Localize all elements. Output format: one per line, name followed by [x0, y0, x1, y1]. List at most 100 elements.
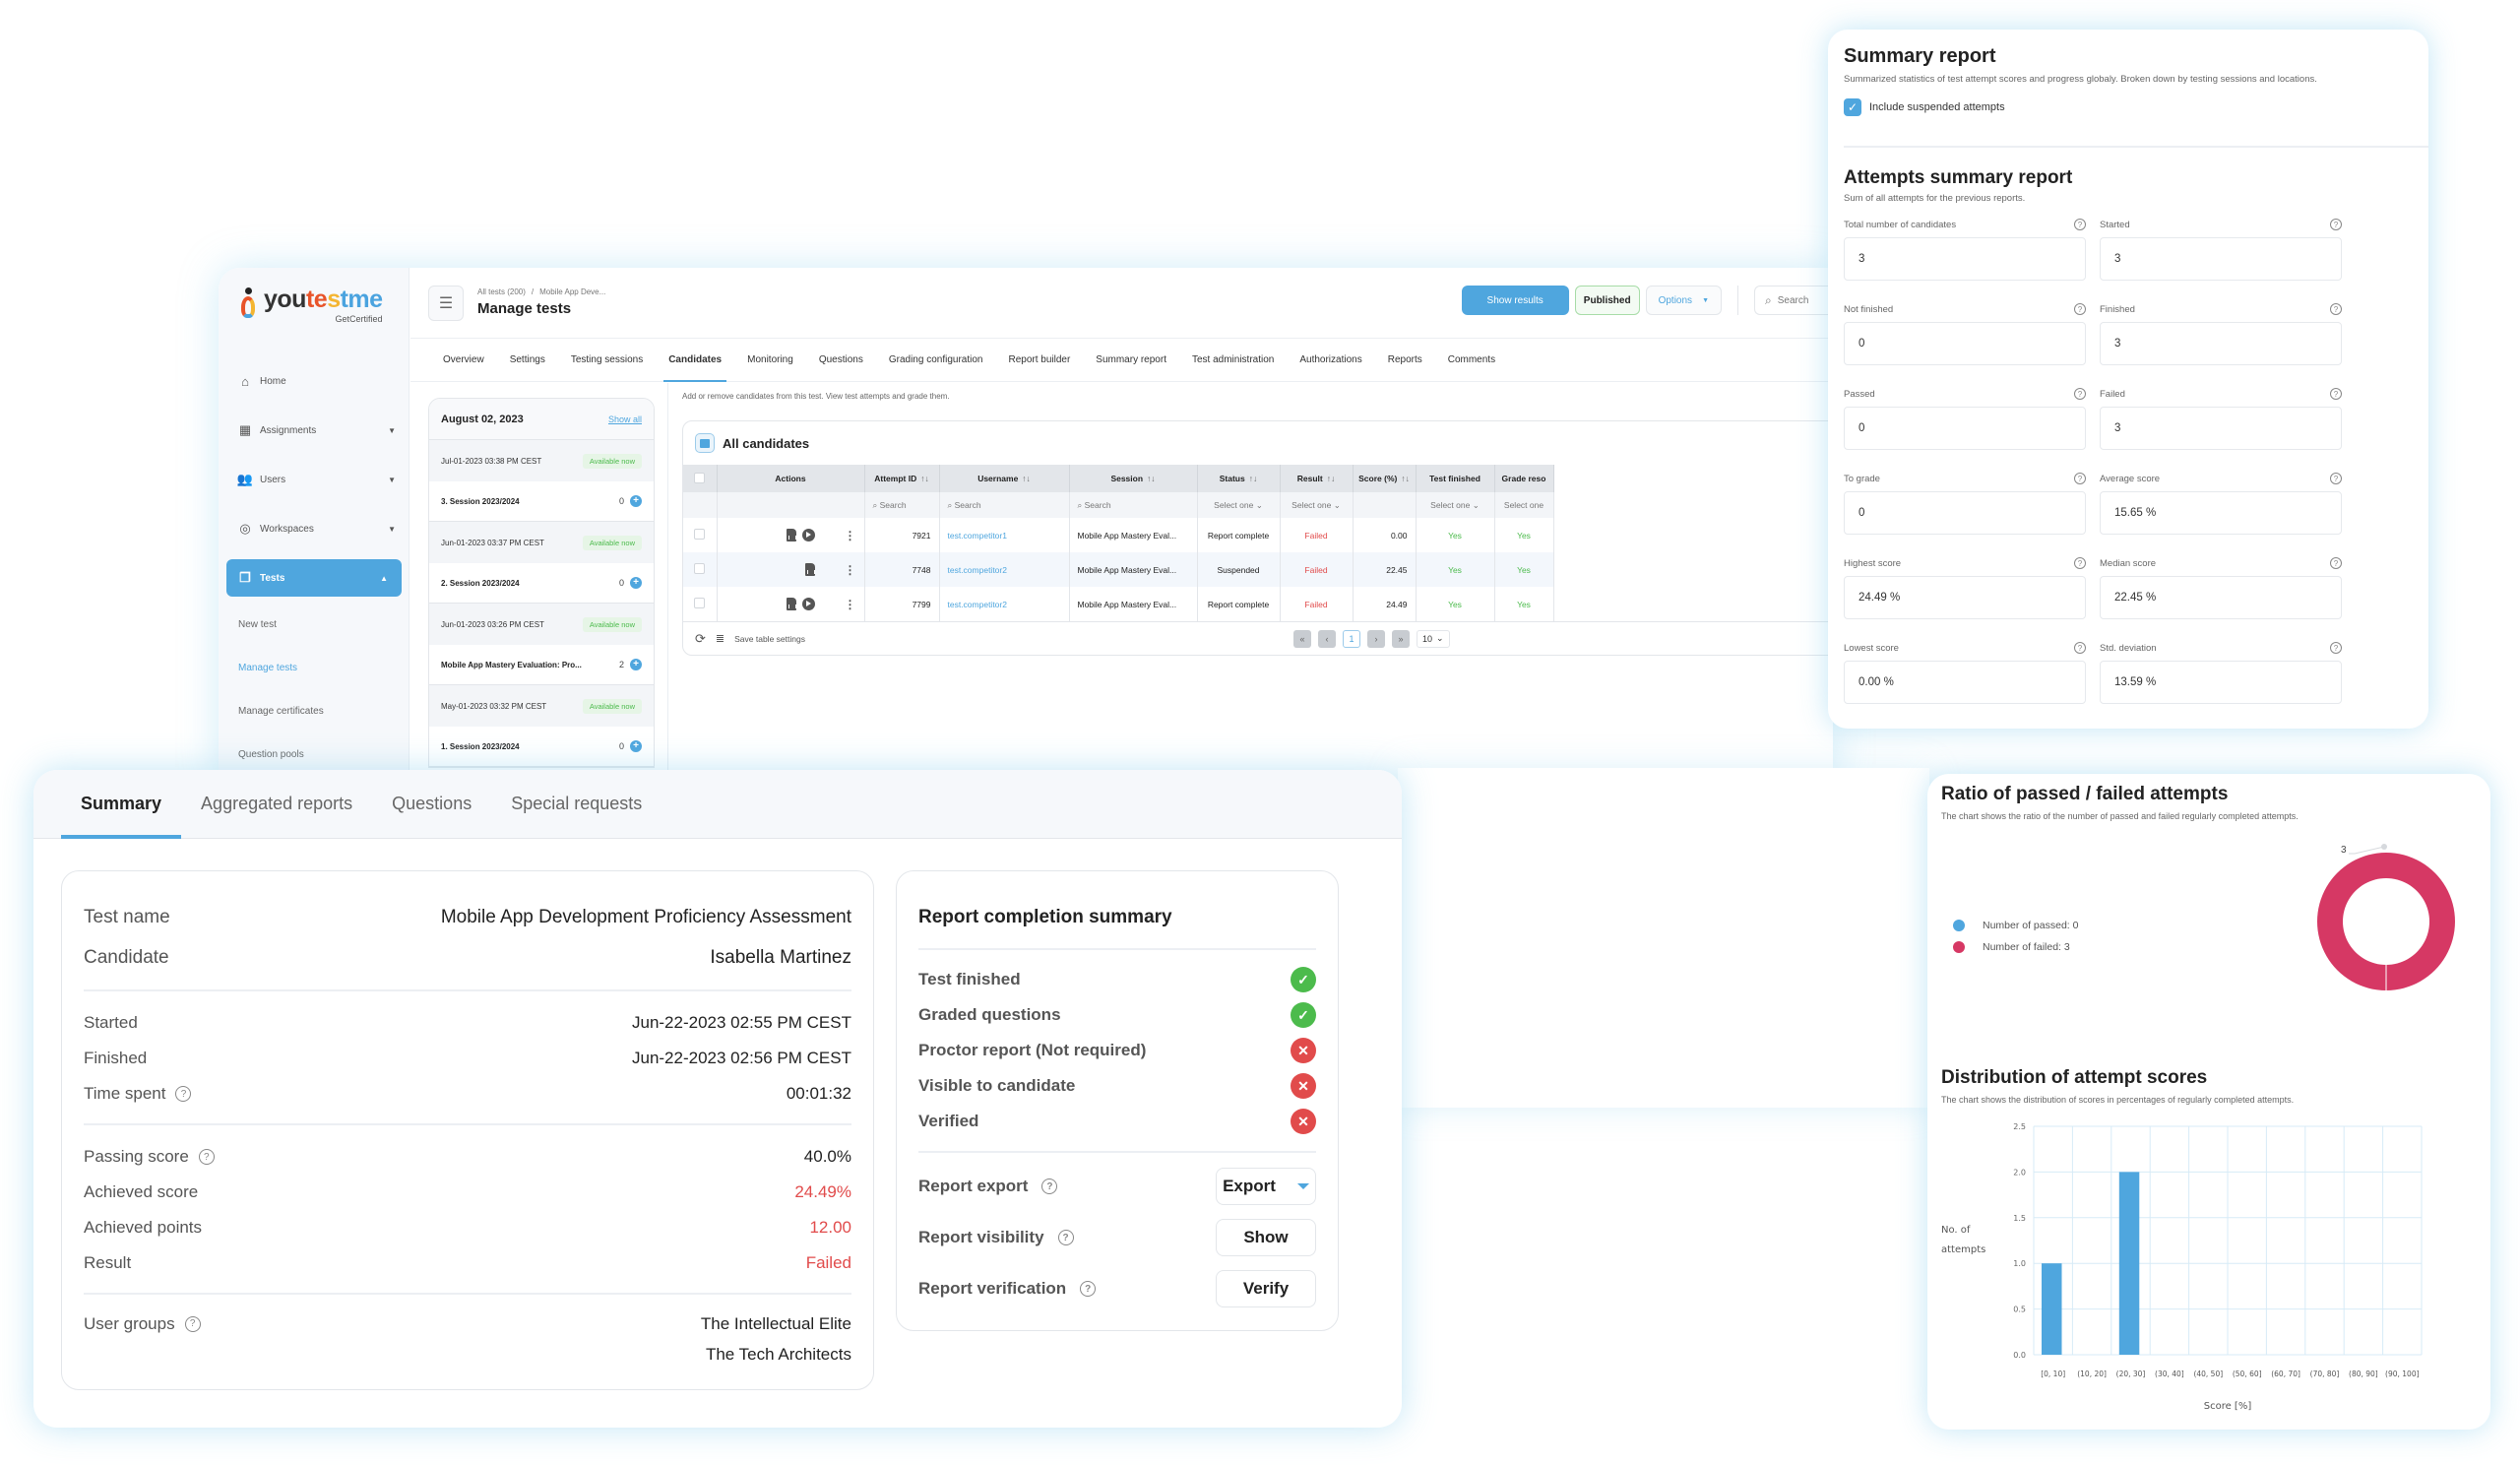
tab-candidates[interactable]: Candidates — [656, 339, 734, 382]
col-result[interactable]: Result ↑↓ — [1280, 465, 1354, 492]
sidebar-subitem-manage-certificates[interactable]: Manage certificates — [219, 689, 410, 732]
tab-special-requests[interactable]: Special requests — [491, 770, 662, 838]
help-icon[interactable]: ? — [2330, 642, 2342, 654]
username-link[interactable]: test.competitor2 — [939, 552, 1070, 587]
session-item[interactable]: 3. Session 2023/2024 0 + — [429, 481, 654, 522]
sidebar-item-tests[interactable]: ❐ Tests ▲ — [226, 559, 402, 597]
username-link[interactable]: test.competitor2 — [939, 587, 1070, 621]
result-filter[interactable]: Select one ⌄ — [1280, 492, 1354, 518]
help-icon[interactable]: ? — [1041, 1178, 1058, 1194]
sidebar-subitem-manage-tests[interactable]: Manage tests — [219, 646, 410, 689]
help-icon[interactable]: ? — [2074, 557, 2086, 569]
row-checkbox[interactable] — [694, 529, 706, 540]
tab-reports[interactable]: Reports — [1375, 339, 1435, 382]
report-icon[interactable] — [786, 598, 796, 610]
sidebar-item-workspaces[interactable]: ◎ Workspaces ▼ — [219, 504, 410, 553]
col-session[interactable]: Session ↑↓ — [1069, 465, 1198, 492]
grade-filter[interactable]: Select one — [1494, 492, 1554, 518]
tab-test-administration[interactable]: Test administration — [1179, 339, 1287, 382]
session-item[interactable]: 2. Session 2023/2024 0 + — [429, 563, 654, 604]
help-icon[interactable]: ? — [2330, 303, 2342, 315]
add-candidates-icon[interactable]: + — [630, 740, 642, 752]
header-search-input[interactable]: ⌕ Search — [1754, 286, 1833, 315]
col-attempt-id[interactable]: Attempt ID ↑↓ — [864, 465, 940, 492]
report-icon[interactable] — [786, 529, 796, 541]
show-results-button[interactable]: Show results — [1461, 286, 1569, 315]
table-row[interactable]: ⋮ 7748 test.competitor2 Mobile App Mastery … — [683, 552, 1554, 587]
help-icon[interactable]: ? — [2074, 642, 2086, 654]
next-page-button[interactable]: › — [1367, 629, 1385, 648]
tab-authorizations[interactable]: Authorizations — [1287, 339, 1374, 382]
add-candidates-icon[interactable]: + — [630, 659, 642, 670]
tab-summary[interactable]: Summary — [61, 770, 182, 839]
attempt-id-filter[interactable]: ⌕ Search — [864, 492, 940, 518]
session-filter[interactable]: ⌕ Search — [1069, 492, 1198, 518]
show-all-link[interactable]: Show all — [608, 414, 642, 424]
select-all-checkbox[interactable] — [694, 472, 706, 483]
tab-testing-sessions[interactable]: Testing sessions — [558, 339, 656, 382]
export-button[interactable]: Export — [1216, 1168, 1316, 1205]
tab-report-builder[interactable]: Report builder — [995, 339, 1083, 382]
include-suspended-checkbox[interactable]: ✓ Include suspended attempts — [1844, 98, 2413, 116]
more-options-icon[interactable]: ⋮ — [845, 598, 856, 611]
help-icon[interactable]: ? — [1057, 1230, 1074, 1245]
status-filter[interactable]: Select one ⌄ — [1197, 492, 1281, 518]
help-icon[interactable]: ? — [2330, 557, 2342, 569]
help-icon[interactable]: ? — [2330, 388, 2342, 400]
help-icon[interactable]: ? — [2074, 303, 2086, 315]
sidebar-subitem-new-test[interactable]: New test — [219, 603, 410, 646]
help-icon[interactable]: ? — [184, 1315, 201, 1332]
sidebar-item-home[interactable]: ⌂ Home — [219, 356, 410, 406]
help-icon[interactable]: ? — [175, 1086, 192, 1102]
sidebar-item-users[interactable]: 👥 Users ▼ — [219, 455, 410, 504]
finished-filter[interactable]: Select one ⌄ — [1416, 492, 1495, 518]
help-icon[interactable]: ? — [198, 1149, 215, 1165]
col-status[interactable]: Status ↑↓ — [1197, 465, 1281, 492]
help-icon[interactable]: ? — [2074, 473, 2086, 484]
username-filter[interactable]: ⌕ Search — [939, 492, 1070, 518]
options-dropdown[interactable]: Options ▼ — [1645, 286, 1722, 315]
menu-toggle-button[interactable]: ☰ — [428, 286, 464, 321]
add-candidates-icon[interactable]: + — [630, 495, 642, 507]
session-item[interactable]: 1. Session 2023/2024 0 + — [429, 727, 654, 767]
refresh-icon[interactable]: ⟳ — [695, 631, 706, 647]
prev-page-button[interactable]: ‹ — [1318, 629, 1336, 648]
playback-icon[interactable] — [801, 529, 815, 541]
tab-overview[interactable]: Overview — [430, 339, 497, 382]
verify-button[interactable]: Verify — [1216, 1270, 1316, 1307]
tab-comments[interactable]: Comments — [1435, 339, 1508, 382]
page-size-select[interactable]: 10 ⌄ — [1417, 629, 1450, 648]
show-button[interactable]: Show — [1216, 1219, 1316, 1256]
tab-aggregated-reports[interactable]: Aggregated reports — [181, 770, 372, 838]
help-icon[interactable]: ? — [2074, 388, 2086, 400]
report-icon[interactable] — [804, 563, 815, 576]
username-link[interactable]: test.competitor1 — [939, 518, 1070, 552]
help-icon[interactable]: ? — [2330, 473, 2342, 484]
last-page-button[interactable]: » — [1392, 629, 1410, 648]
row-checkbox[interactable] — [694, 563, 706, 574]
playback-icon[interactable] — [801, 598, 815, 610]
table-row[interactable]: ⋮ 7921 test.competitor1 Mobile App Mastery … — [683, 518, 1554, 552]
more-options-icon[interactable]: ⋮ — [845, 529, 856, 542]
session-item[interactable]: Mobile App Mastery Evaluation: Pro... 2 + — [429, 645, 654, 685]
row-checkbox[interactable] — [694, 598, 706, 608]
more-options-icon[interactable]: ⋮ — [845, 563, 856, 577]
tab-questions[interactable]: Questions — [372, 770, 491, 838]
help-icon[interactable]: ? — [1080, 1281, 1097, 1297]
table-row[interactable]: ⋮ 7799 test.competitor2 Mobile App Mastery … — [683, 587, 1554, 621]
breadcrumb-current[interactable]: Mobile App Deve... — [539, 287, 605, 296]
add-candidates-icon[interactable]: + — [630, 577, 642, 589]
first-page-button[interactable]: « — [1293, 629, 1311, 648]
tab-settings[interactable]: Settings — [497, 339, 558, 382]
save-table-settings-button[interactable]: Save table settings — [734, 634, 805, 644]
breadcrumb-all-tests[interactable]: All tests (200) — [477, 287, 526, 296]
tab-questions[interactable]: Questions — [806, 339, 876, 382]
help-icon[interactable]: ? — [2074, 219, 2086, 230]
tab-grading-configuration[interactable]: Grading configuration — [876, 339, 996, 382]
tab-summary-report[interactable]: Summary report — [1083, 339, 1179, 382]
tab-monitoring[interactable]: Monitoring — [734, 339, 806, 382]
help-icon[interactable]: ? — [2330, 219, 2342, 230]
col-score[interactable]: Score (%) ↑↓ — [1353, 465, 1417, 492]
col-username[interactable]: Username ↑↓ — [939, 465, 1070, 492]
current-page-button[interactable]: 1 — [1343, 629, 1360, 648]
